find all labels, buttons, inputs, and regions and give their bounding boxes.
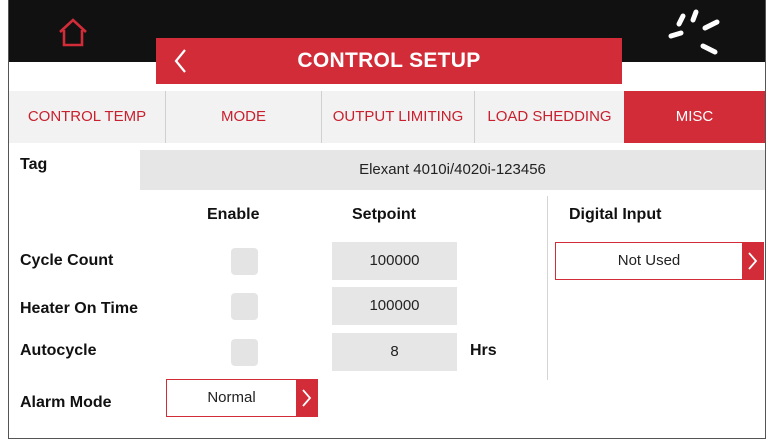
spinner-icon — [657, 6, 729, 62]
enable-column-header: Enable — [207, 206, 260, 223]
column-divider — [547, 196, 548, 380]
alarm-mode-label: Alarm Mode — [20, 394, 112, 411]
cycle-count-enable-checkbox[interactable] — [231, 248, 258, 275]
tab-output-limiting[interactable]: OUTPUT LIMITING — [322, 91, 475, 143]
heater-on-time-setpoint-input[interactable]: 100000 — [332, 287, 457, 325]
tab-mode[interactable]: MODE — [166, 91, 322, 143]
heater-on-time-label: Heater On Time — [20, 300, 138, 317]
autocycle-setpoint-input[interactable]: 8 — [332, 333, 457, 371]
control-setup-screen: CONTROL SETUP CONTROL TEMP MODE OUTPUT L… — [8, 0, 766, 439]
cycle-count-setpoint-input[interactable]: 100000 — [332, 242, 457, 280]
autocycle-label: Autocycle — [20, 342, 97, 359]
chevron-right-icon — [742, 243, 763, 279]
heater-on-time-enable-checkbox[interactable] — [231, 293, 258, 320]
tab-bar: CONTROL TEMP MODE OUTPUT LIMITING LOAD S… — [9, 91, 765, 143]
tag-field[interactable]: Elexant 4010i/4020i-123456 — [140, 150, 765, 190]
digital-input-dropdown[interactable]: Not Used — [555, 242, 764, 280]
cycle-count-label: Cycle Count — [20, 252, 114, 269]
autocycle-enable-checkbox[interactable] — [231, 339, 258, 366]
chevron-right-icon — [296, 380, 317, 416]
title-bar: CONTROL SETUP — [156, 38, 622, 84]
alarm-mode-dropdown[interactable]: Normal — [166, 379, 318, 417]
home-icon — [59, 18, 87, 47]
autocycle-unit: Hrs — [470, 342, 497, 359]
tag-label: Tag — [20, 156, 48, 173]
setpoint-column-header: Setpoint — [352, 206, 416, 223]
tab-control-temp[interactable]: CONTROL TEMP — [9, 91, 166, 143]
digital-input-label: Digital Input — [569, 206, 662, 223]
page-title: CONTROL SETUP — [297, 49, 481, 72]
alarm-mode-value: Normal — [207, 389, 256, 406]
tab-misc[interactable]: MISC — [624, 91, 765, 143]
home-button[interactable] — [55, 16, 91, 48]
tab-load-shedding[interactable]: LOAD SHEDDING — [475, 91, 625, 143]
digital-input-value: Not Used — [617, 252, 681, 269]
